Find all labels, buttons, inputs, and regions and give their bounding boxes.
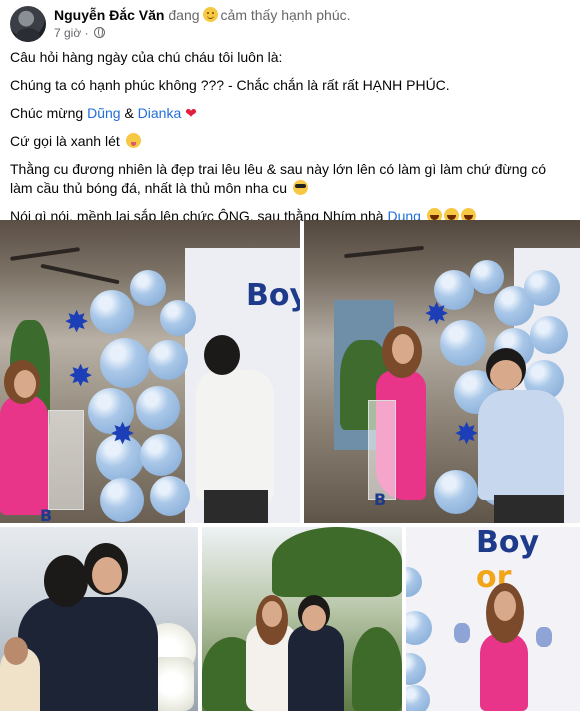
tongue-emoji-icon <box>125 133 141 148</box>
post-line: Cứ gọi là xanh lét <box>10 132 570 151</box>
painted-hand-icon <box>454 623 470 643</box>
man-figure <box>288 625 344 711</box>
post-body: Câu hỏi hàng ngày của chú cháu tôi luôn … <box>10 48 570 235</box>
sign-boy-text: Boy <box>476 527 540 560</box>
feeling-prefix: đang <box>168 7 200 23</box>
post-photo[interactable] <box>202 527 402 711</box>
post-time[interactable]: 7 giờ <box>54 26 81 40</box>
author-line: Nguyễn Đắc Văn đang cảm thấy hạnh phúc. <box>54 7 351 23</box>
post-photo[interactable] <box>0 527 198 711</box>
heart-icon: ❤ <box>185 105 197 121</box>
post-line: Chúng ta có hạnh phúc không ??? - Chắc c… <box>10 76 570 95</box>
post-photo[interactable]: ✸ ✸ B <box>304 220 580 523</box>
post-line: Thằng cu đương nhiên là đẹp trai lêu lêu… <box>10 160 570 198</box>
ampersand: & <box>124 105 134 121</box>
block-letter: B <box>374 490 387 509</box>
author-name[interactable]: Nguyễn Đắc Văn <box>54 7 164 23</box>
man-figure <box>196 370 274 500</box>
mention-link[interactable]: Dũng <box>87 105 120 121</box>
smiley-icon <box>202 7 218 22</box>
sunglasses-emoji-icon <box>292 180 308 195</box>
post-header: Nguyễn Đắc Văn đang cảm thấy hạnh phúc. 7… <box>10 6 570 42</box>
star-decoration-icon: ✸ <box>110 418 136 451</box>
sign-text: Boy or <box>476 527 580 595</box>
post-photo[interactable]: Boy or <box>406 527 580 711</box>
star-decoration-icon: ✸ <box>424 298 450 331</box>
post-line: Câu hỏi hàng ngày của chú cháu tôi luôn … <box>10 48 570 67</box>
globe-icon[interactable] <box>93 27 105 38</box>
sign-text: Boy <box>246 278 300 313</box>
line-text: Chúc mừng <box>10 105 84 121</box>
star-decoration-icon: ✸ <box>454 418 480 451</box>
painted-hand-icon <box>536 627 552 647</box>
line-text: Thằng cu đương nhiên là đẹp trai lêu lêu… <box>10 161 547 196</box>
woman-figure <box>0 395 48 515</box>
star-decoration-icon: ✸ <box>64 306 90 339</box>
star-decoration-icon: ✸ <box>68 360 94 393</box>
line-text: Câu hỏi hàng ngày của chú cháu tôi luôn … <box>10 49 283 65</box>
meta-dot: · <box>84 26 89 40</box>
feeling-text: cảm thấy hạnh phúc. <box>220 7 351 23</box>
post-meta: 7 giờ · <box>54 26 105 40</box>
woman-figure <box>480 633 528 711</box>
block-letter: B <box>40 506 53 523</box>
man-figure <box>478 390 564 500</box>
avatar[interactable] <box>10 6 46 42</box>
post-photo[interactable]: Boy ✸ ✸ ✸ B <box>0 220 300 523</box>
post-line: Chúc mừng Dũng & Dianka ❤ <box>10 104 570 123</box>
line-text: Cứ gọi là xanh lét <box>10 133 120 149</box>
mention-link[interactable]: Dianka <box>138 105 182 121</box>
line-text: Chúng ta có hạnh phúc không ??? - Chắc c… <box>10 77 450 93</box>
